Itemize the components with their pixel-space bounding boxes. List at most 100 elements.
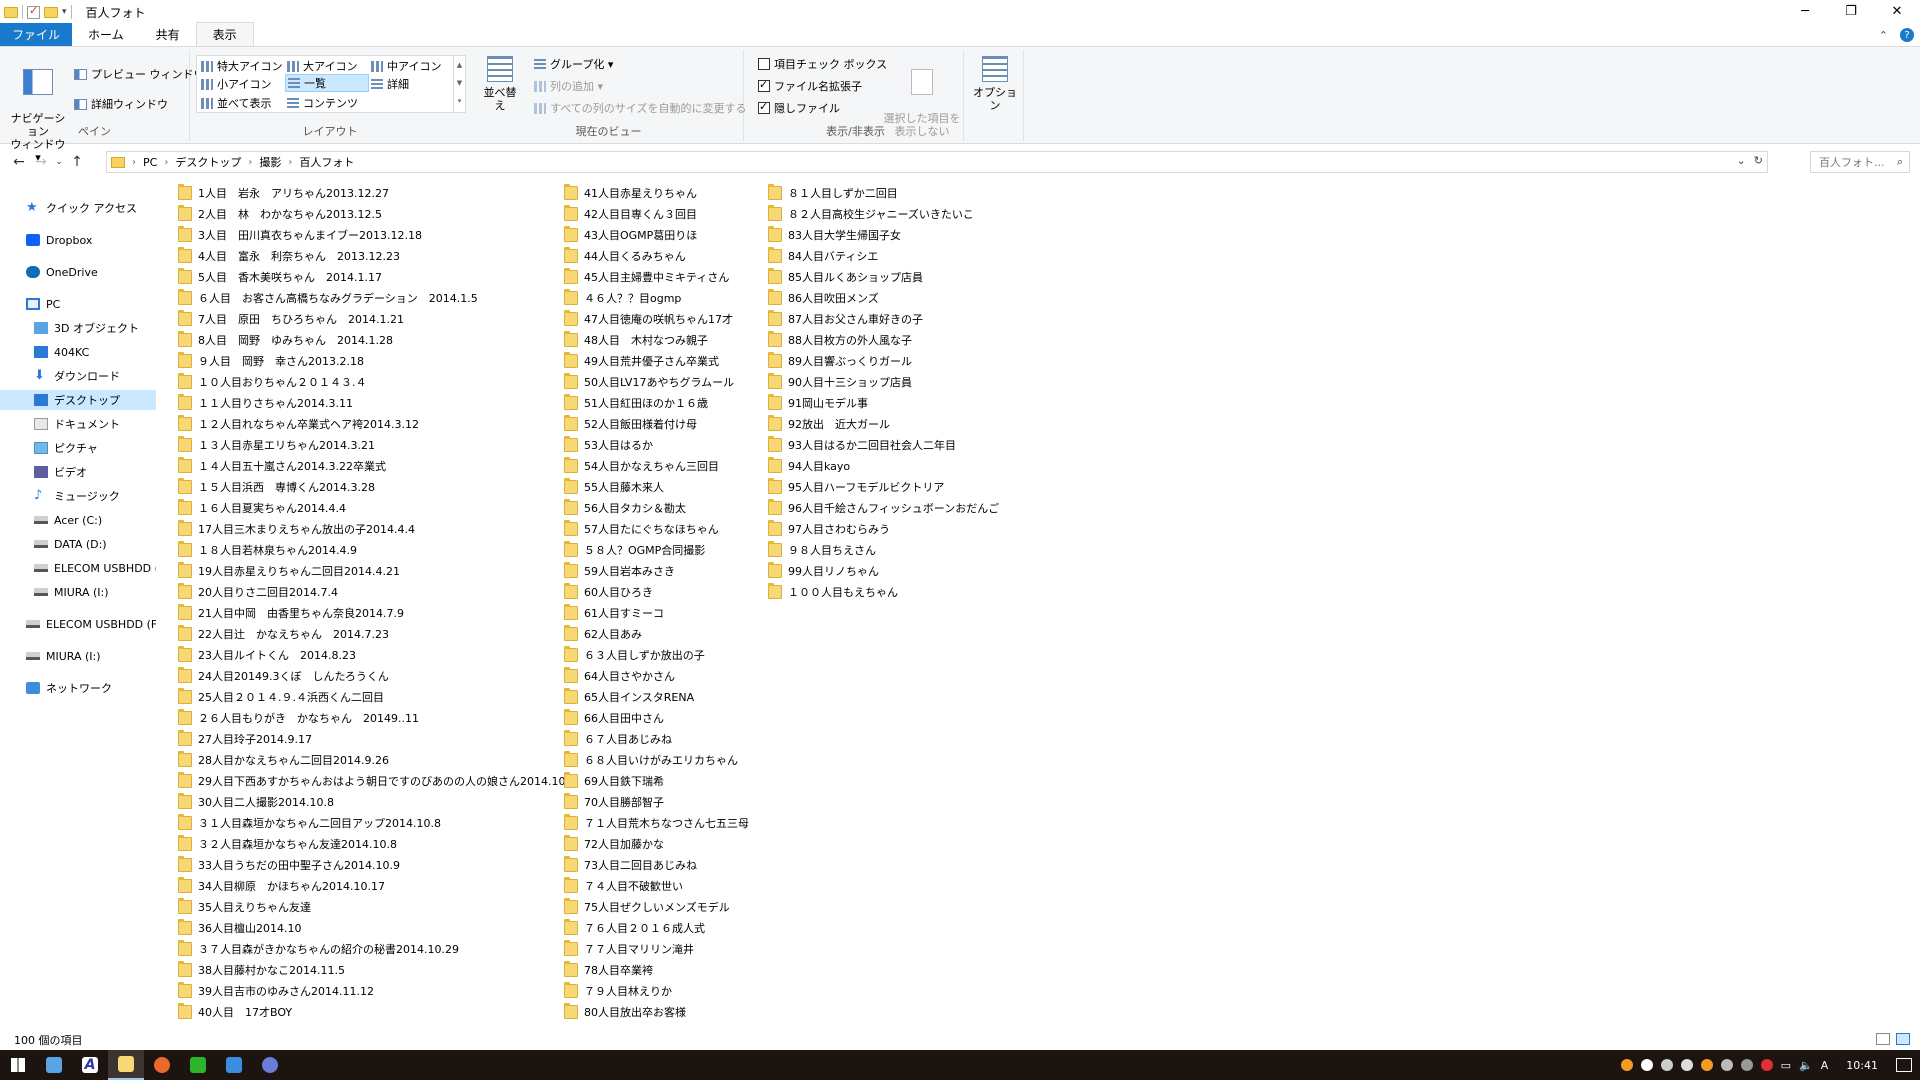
new-folder-icon[interactable] — [44, 6, 58, 18]
list-option[interactable]: 一覧 — [285, 74, 369, 92]
collapse-ribbon-icon[interactable]: ⌃ — [1879, 29, 1888, 42]
notification-icon[interactable] — [1896, 1058, 1912, 1072]
folder-item[interactable]: 96人目千絵さんフィッシュボーンおだんご — [768, 497, 1168, 518]
folder-item[interactable]: 34人目柳原 かほちゃん2014.10.17 — [178, 875, 578, 896]
breadcrumb-current[interactable]: 百人フォト — [299, 154, 354, 170]
search-icon[interactable]: ⌕ — [1897, 155, 1903, 169]
folder-item[interactable]: １５人目浜西 専博くん2014.3.28 — [178, 476, 578, 497]
folder-item[interactable]: 35人目えりちゃん友達 — [178, 896, 578, 917]
preview-pane-button[interactable]: プレビュー ウィンドウ — [74, 66, 205, 82]
folder-item[interactable]: 62人目あみ — [564, 623, 964, 644]
tray-icon[interactable] — [1760, 1059, 1773, 1071]
tiles-option[interactable]: 並べて表示 — [201, 95, 272, 111]
folder-item[interactable]: 19人目赤星えりちゃん二回目2014.4.21 — [178, 560, 578, 581]
folder-item[interactable]: 25人目２０１４.９.４浜西くん二回目 — [178, 686, 578, 707]
sort-button[interactable]: 並べ替え — [480, 56, 520, 112]
folder-item[interactable]: 1人目 岩永 アリちゃん2013.12.27 — [178, 182, 578, 203]
folder-item[interactable]: ８２人目高校生ジャニーズいきたいこ — [768, 203, 1168, 224]
folder-item[interactable]: 83人目大学生帰国子女 — [768, 224, 1168, 245]
nav-miura[interactable]: MIURA (I:) — [26, 646, 101, 666]
nav-404kc[interactable]: 404KC — [34, 342, 89, 362]
folder-item[interactable]: １３人目赤星エリちゃん2014.3.21 — [178, 434, 578, 455]
nav-3d-objects[interactable]: 3D オブジェクト — [34, 318, 139, 338]
tab-share[interactable]: 共有 — [140, 23, 196, 46]
folder-item[interactable]: ６８人目いけがみエリカちゃん — [564, 749, 964, 770]
clock[interactable]: 10:41 — [1846, 1059, 1878, 1072]
folder-item[interactable]: 2人目 林 わかなちゃん2013.12.5 — [178, 203, 578, 224]
folder-item[interactable]: ６７人目あじみね — [564, 728, 964, 749]
taskbar-app[interactable] — [144, 1050, 180, 1080]
hidden-files-checkbox[interactable] — [758, 100, 770, 114]
folder-item[interactable]: 91岡山モデル事 — [768, 392, 1168, 413]
folder-item[interactable]: 28人目かなえちゃん二回目2014.9.26 — [178, 749, 578, 770]
folder-item[interactable]: 3人目 田川真衣ちゃんまイブー2013.12.18 — [178, 224, 578, 245]
folder-item[interactable]: 93人目はるか二回目社会人二年目 — [768, 434, 1168, 455]
folder-item[interactable]: 73人目二回目あじみね — [564, 854, 964, 875]
folder-item[interactable]: ７１人目荒木ちなつさん七五三母 — [564, 812, 964, 833]
folder-item[interactable]: 40人目 17才BOY — [178, 1001, 578, 1022]
folder-item[interactable]: 39人目吉市のゆみさん2014.11.12 — [178, 980, 578, 1001]
nav-desktop[interactable]: デスクトップ — [0, 390, 156, 410]
cloud-icon[interactable] — [1660, 1059, 1673, 1071]
folder-item[interactable]: 61人目すミーコ — [564, 602, 964, 623]
minimize-icon[interactable]: ─ — [1782, 0, 1828, 22]
start-button[interactable] — [0, 1050, 36, 1080]
folder-item[interactable]: 95人目ハーフモデルビクトリア — [768, 476, 1168, 497]
folder-item[interactable]: ３７人目森がきかなちゃんの紹介の秘書2014.10.29 — [178, 938, 578, 959]
xl-icons-option[interactable]: 特大アイコン — [201, 58, 282, 74]
folder-item[interactable]: 66人目田中さん — [564, 707, 964, 728]
folder-item[interactable]: 27人目玲子2014.9.17 — [178, 728, 578, 749]
taskbar-explorer[interactable] — [108, 1050, 144, 1080]
folder-item[interactable]: 78人目卒業袴 — [564, 959, 964, 980]
chevron-right-icon[interactable]: › — [248, 157, 252, 168]
group-by-button[interactable]: グループ化 ▾ — [534, 56, 613, 72]
folder-item[interactable]: 89人目響ぶっくりガール — [768, 350, 1168, 371]
tray-icon[interactable] — [1720, 1059, 1733, 1071]
folder-item[interactable]: ７７人目マリリン滝井 — [564, 938, 964, 959]
tab-view[interactable]: 表示 — [195, 22, 254, 46]
folder-item[interactable]: 30人目二人撮影2014.10.8 — [178, 791, 578, 812]
folder-item[interactable]: １６人目夏実ちゃん2014.4.4 — [178, 497, 578, 518]
folder-item[interactable]: 99人目リノちゃん — [768, 560, 1168, 581]
tab-file[interactable]: ファイル — [0, 23, 73, 46]
folder-item[interactable]: ７６人目２０１６成人式 — [564, 917, 964, 938]
nav-drive-f[interactable]: ELECOM USBHDD (F: — [34, 558, 156, 578]
folder-item[interactable]: １０人目おりちゃん２０１４３.４ — [178, 371, 578, 392]
folder-item[interactable]: 65人目インスタRENA — [564, 686, 964, 707]
folder-item[interactable]: 23人目ルイトくん 2014.8.23 — [178, 644, 578, 665]
nav-downloads[interactable]: ⬇ ダウンロード — [34, 366, 120, 386]
details-option[interactable]: 詳細 — [371, 76, 409, 92]
size-all-columns-button[interactable]: すべての列のサイズを自動的に変更する — [534, 100, 746, 116]
folder-item[interactable]: １２人目れなちゃん卒業式ヘア袴2014.3.12 — [178, 413, 578, 434]
nav-drive-i[interactable]: MIURA (I:) — [34, 582, 109, 602]
folder-item[interactable]: 29人目下西あすかちゃんおはよう朝日ですのびあのの人の娘さん2014.10.1 — [178, 770, 578, 791]
folder-item[interactable]: 87人目お父さん車好きの子 — [768, 308, 1168, 329]
properties-icon[interactable] — [27, 4, 40, 19]
folder-item[interactable]: 20人目りさ二回目2014.7.4 — [178, 581, 578, 602]
folder-item[interactable]: 94人目kayo — [768, 455, 1168, 476]
chevron-right-icon[interactable]: › — [164, 157, 168, 168]
folder-item[interactable]: 36人目檀山2014.10 — [178, 917, 578, 938]
folder-item[interactable]: 33人目うちだの田中聖子さん2014.10.9 — [178, 854, 578, 875]
folder-item[interactable]: 84人目バティシエ — [768, 245, 1168, 266]
folder-item[interactable]: 8人目 岡野 ゆみちゃん 2014.1.28 — [178, 329, 578, 350]
nav-onedrive[interactable]: OneDrive — [26, 262, 98, 282]
nav-quick-access[interactable]: ★ クイック アクセス — [26, 198, 137, 218]
file-extension-toggle[interactable]: ファイル名拡張子 — [758, 78, 862, 94]
close-icon[interactable]: ✕ — [1874, 0, 1920, 22]
up-icon[interactable]: ↑ — [66, 154, 88, 170]
folder-item[interactable]: 70人目勝部智子 — [564, 791, 964, 812]
folder-item[interactable]: 24人目20149.3くぼ しんたろうくん — [178, 665, 578, 686]
address-bar[interactable]: › PC › デスクトップ › 撮影 › 百人フォト ⌄ ↻ — [106, 151, 1768, 173]
ime-icon[interactable]: A — [1821, 1059, 1829, 1072]
nav-pc[interactable]: PC — [26, 294, 60, 314]
nav-drive-d[interactable]: DATA (D:) — [34, 534, 107, 554]
tab-home[interactable]: ホーム — [72, 23, 140, 46]
folder-item[interactable]: １００人目もえちゃん — [768, 581, 1168, 602]
folder-item[interactable]: 88人目枚方の外人風な子 — [768, 329, 1168, 350]
folder-item[interactable]: 90人目十三ショップ店員 — [768, 371, 1168, 392]
add-columns-button[interactable]: 列の追加 ▾ — [534, 78, 603, 94]
item-checkbox-box[interactable] — [758, 58, 770, 70]
nav-documents[interactable]: ドキュメント — [34, 414, 120, 434]
tray-icon[interactable] — [1740, 1059, 1753, 1071]
